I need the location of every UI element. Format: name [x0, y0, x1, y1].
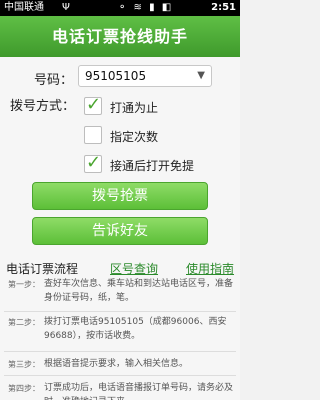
dropdown-arrow-icon: ▼: [197, 70, 205, 81]
list-item: 第二步： 拨打订票电话95105105（成都96006、西安96688），按市话…: [0, 313, 240, 347]
step-number: 第二步：: [8, 318, 40, 327]
phone-label: 号码：: [34, 73, 74, 88]
checkbox[interactable]: [84, 126, 102, 144]
step-text: 拨打订票电话95105105（成都96006、西安96688），按市话收费。: [44, 317, 227, 341]
step-text: 根据语音提示要求，输入相关信息。: [44, 359, 189, 369]
usb-icon: Ψ: [62, 2, 70, 13]
option-label: 指定次数: [110, 130, 159, 144]
step-text: 订票成功后，电话语音播报订单号码，请务必及时、准确地记录下来。: [44, 383, 234, 400]
step-text: 查好车次信息、乘车站和到达站电话区号，准备身份证号码，纸，笔。: [44, 279, 234, 303]
list-item: 第三步： 根据语音提示要求，输入相关信息。: [0, 355, 240, 373]
carrier-label: 中国联通: [4, 2, 44, 13]
divider: [4, 311, 236, 312]
step-number: 第四步：: [8, 384, 40, 393]
option-label: 接通后打开免提: [110, 159, 195, 173]
divider: [4, 375, 236, 376]
dial-button[interactable]: 拨号抢票: [32, 182, 208, 210]
status-bar: 中国联通 Ψ ⚬ ≋ ▮ ◧ 2:51: [0, 0, 240, 16]
step-number: 第一步：: [8, 280, 40, 289]
main-content: 号码： 95105105 ▼ 拨号方式： ✓ 打通为止 指定次数 ✓ 接通后打开…: [0, 57, 240, 400]
step-number: 第三步：: [8, 360, 40, 369]
share-button[interactable]: 告诉好友: [32, 217, 208, 245]
checkmark-icon: ✓: [86, 152, 102, 173]
phone-number-value: 95105105: [85, 69, 147, 83]
dial-mode-label: 拨号方式：: [10, 99, 76, 114]
list-item: 第一步： 查好车次信息、乘车站和到达站电话区号，准备身份证号码，纸，笔。: [0, 275, 240, 309]
checkmark-icon: ✓: [86, 94, 102, 115]
phone-number-select[interactable]: 95105105 ▼: [78, 65, 212, 87]
option-label: 打通为止: [110, 101, 159, 115]
app-title: 电话订票抢线助手: [0, 16, 240, 57]
list-item: 第四步： 订票成功后，电话语音播报订单号码，请务必及时、准确地记录下来。: [0, 379, 240, 400]
status-icons: ⚬ ≋ ▮ ◧: [118, 2, 174, 13]
divider: [4, 351, 236, 352]
clock: 2:51: [211, 2, 236, 13]
